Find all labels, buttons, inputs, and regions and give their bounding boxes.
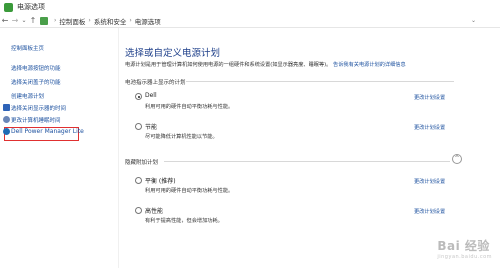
sidebar-item-dell-power-manager[interactable]: Dell Power Manager Lite — [11, 128, 84, 135]
plan-radio-high-performance[interactable] — [135, 207, 142, 214]
page-description-text: 电源计划是用于管理计算机如何使用电源的一组硬件和系统设置(如显示器亮度、睡眠等)… — [125, 62, 332, 68]
watermark-logo: Bai 经验 jingyan.baidu.com — [437, 237, 492, 260]
plan-radio-power-saver[interactable] — [135, 123, 142, 130]
sidebar-item-power-button[interactable]: 选择电源按钮的功能 — [11, 64, 61, 72]
breadcrumb-control-panel[interactable]: 控制面板 — [59, 16, 85, 26]
sidebar-item-display-off-time[interactable]: 选择关闭显示器的时间 — [11, 104, 66, 112]
sidebar-item-sleep-time[interactable]: 更改计算机睡眠时间 — [11, 116, 61, 124]
shield-icon — [3, 104, 10, 111]
back-arrow-icon[interactable]: ← — [0, 15, 10, 27]
plan-desc-dell: 利用可用的硬件自动平衡功耗与性能。 — [145, 104, 234, 110]
sidebar: 控制面板主页 选择电源按钮的功能 选择关闭盖子的功能 创建电源计划 选择关闭显示… — [0, 28, 110, 268]
sleep-timer-icon — [3, 116, 10, 123]
plan-name-high-performance: 高性能 — [145, 208, 164, 215]
forward-arrow-icon[interactable]: → — [10, 15, 20, 27]
control-panel-icon — [40, 16, 48, 25]
plan-name-balanced: 平衡 (推荐) — [145, 178, 176, 185]
watermark-text: Bai 经验 — [437, 239, 490, 253]
breadcrumb-separator: › — [54, 17, 57, 24]
plans-details-link[interactable]: 告诉我有关电源计划的详细信息 — [333, 62, 406, 68]
plan-desc-balanced: 利用可用的硬件自动平衡功耗与性能。 — [145, 188, 234, 194]
dell-icon — [3, 128, 10, 135]
plan-radio-dell[interactable] — [135, 93, 142, 100]
plan-desc-power-saver: 尽可能降低计算机性能以节能。 — [145, 134, 218, 140]
change-plan-settings-dell[interactable]: 更改计划设置 — [414, 94, 445, 101]
divider — [164, 161, 450, 162]
group-heading-battery: 电池指示器上显示的计划 — [125, 80, 186, 86]
address-dropdown-icon[interactable]: ⌄ — [471, 17, 476, 24]
change-plan-settings-high-performance[interactable]: 更改计划设置 — [414, 208, 445, 215]
sidebar-item-create-plan[interactable]: 创建电源计划 — [11, 92, 44, 100]
plan-radio-balanced[interactable] — [135, 177, 142, 184]
power-options-icon — [4, 2, 13, 12]
breadcrumb-separator: › — [129, 17, 132, 24]
breadcrumb-separator: › — [88, 17, 91, 24]
sidebar-item-control-panel-home[interactable]: 控制面板主页 — [11, 44, 44, 52]
address-bar: ← → ⌄ ↑ › 控制面板 › 系统和安全 › 电源选项 ⌄ — [0, 14, 500, 28]
main-content: 选择或自定义电源计划 电源计划是用于管理计算机如何使用电源的一组硬件和系统设置(… — [118, 28, 500, 268]
divider — [186, 81, 454, 82]
watermark-subtext: jingyan.baidu.com — [437, 254, 492, 260]
plan-desc-high-performance: 有利于提高性能，但会增加功耗。 — [145, 218, 223, 224]
window-title: 电源选项 — [17, 3, 45, 11]
change-plan-settings-balanced[interactable]: 更改计划设置 — [414, 178, 445, 185]
change-plan-settings-power-saver[interactable]: 更改计划设置 — [414, 124, 445, 131]
recent-dropdown-icon[interactable]: ⌄ — [20, 15, 28, 27]
divider — [118, 28, 119, 268]
title-bar: 电源选项 — [0, 0, 500, 14]
breadcrumb-power-options[interactable]: 电源选项 — [135, 16, 161, 26]
page-title: 选择或自定义电源计划 — [125, 48, 221, 59]
plan-name-dell: Dell — [145, 92, 157, 99]
up-arrow-icon[interactable]: ↑ — [28, 15, 38, 27]
plan-name-power-saver: 节能 — [145, 124, 158, 131]
collapse-chevron-icon[interactable]: ^ — [452, 154, 462, 164]
sidebar-item-lid-close[interactable]: 选择关闭盖子的功能 — [11, 78, 61, 86]
page-description: 电源计划是用于管理计算机如何使用电源的一组硬件和系统设置(如显示器亮度、睡眠等)… — [125, 61, 406, 68]
group-heading-hidden-plans[interactable]: 隐藏附加计划 — [125, 158, 158, 166]
breadcrumb-system-security[interactable]: 系统和安全 — [94, 16, 127, 26]
